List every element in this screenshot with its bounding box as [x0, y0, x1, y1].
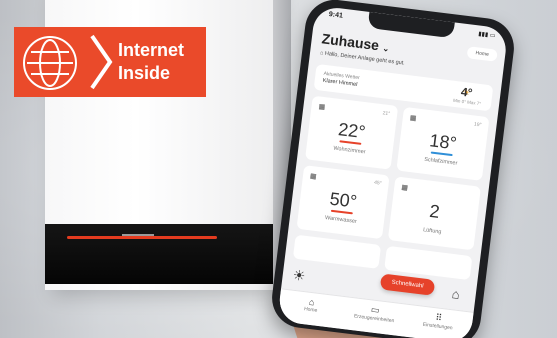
boiler-control-panel [45, 224, 273, 284]
chevron-right-icon [90, 34, 113, 90]
home-status-icon: ⌂ [319, 50, 324, 57]
tile-setpoint: 19° [473, 121, 482, 129]
signal-battery-icon: ▮▮▮ ▭ [477, 31, 496, 40]
tile-warmwasser[interactable]: ▦ 45° 50° Warmwasser [296, 165, 390, 240]
badge-line2: Inside [118, 63, 171, 83]
internet-inside-badge: Internet Inside [14, 27, 206, 97]
status-message: ⌂ Hallo, Deiner Anlage geht es gut. [319, 50, 406, 67]
boiler-logo [122, 232, 154, 238]
badge-line1: Internet [118, 40, 185, 60]
globe-icon [23, 36, 77, 90]
tile-wohnzimmer[interactable]: ▦ 21° 22° Wohnzimmer [305, 95, 399, 170]
phone-notch [367, 11, 455, 39]
home-button[interactable]: Home [466, 46, 498, 62]
smartphone: 9:41 ▮▮▮ ▭ Zuhause ⌄ Home ⌂ Hallo, Deine… [268, 0, 518, 338]
sun-setting-icon[interactable]: ☀ [292, 267, 306, 285]
tile-partial-left[interactable] [292, 234, 382, 269]
tile-lueftung[interactable]: ▦ 2 Lüftung [387, 176, 481, 251]
nav-settings[interactable]: ⠿ Einstellungen [407, 309, 469, 333]
photo-scene: Internet Inside 9:41 ▮▮▮ ▭ Zuhause ⌄ Hom… [0, 0, 557, 338]
tile-value: 2 [428, 200, 441, 222]
calendar-icon: ▦ [409, 114, 417, 123]
calendar-icon: ▦ [318, 103, 326, 112]
calendar-icon: ▦ [400, 184, 409, 192]
badge-text: Internet Inside [118, 39, 184, 85]
house-icon[interactable]: ⌂ [451, 286, 461, 302]
tile-setpoint: 21° [382, 110, 391, 118]
tile-setpoint: 45° [373, 179, 382, 187]
nav-home[interactable]: ⌂ Home [281, 293, 343, 316]
calendar-icon: ▦ [309, 172, 317, 181]
weather-range: Min 0° Max 7° [452, 97, 482, 107]
status-time: 9:41 [328, 11, 344, 20]
app-screen: 9:41 ▮▮▮ ▭ Zuhause ⌄ Home ⌂ Hallo, Deine… [277, 5, 509, 338]
nav-devices[interactable]: ▭ Erzeugereinheiten [344, 301, 406, 325]
chevron-down-icon: ⌄ [382, 43, 390, 54]
weather-temp: 4° [460, 84, 474, 101]
quick-select-button[interactable]: Schnellwahl [379, 273, 436, 296]
tile-schlafzimmer[interactable]: ▦ 19° 18° Schlafzimmer [396, 106, 490, 181]
